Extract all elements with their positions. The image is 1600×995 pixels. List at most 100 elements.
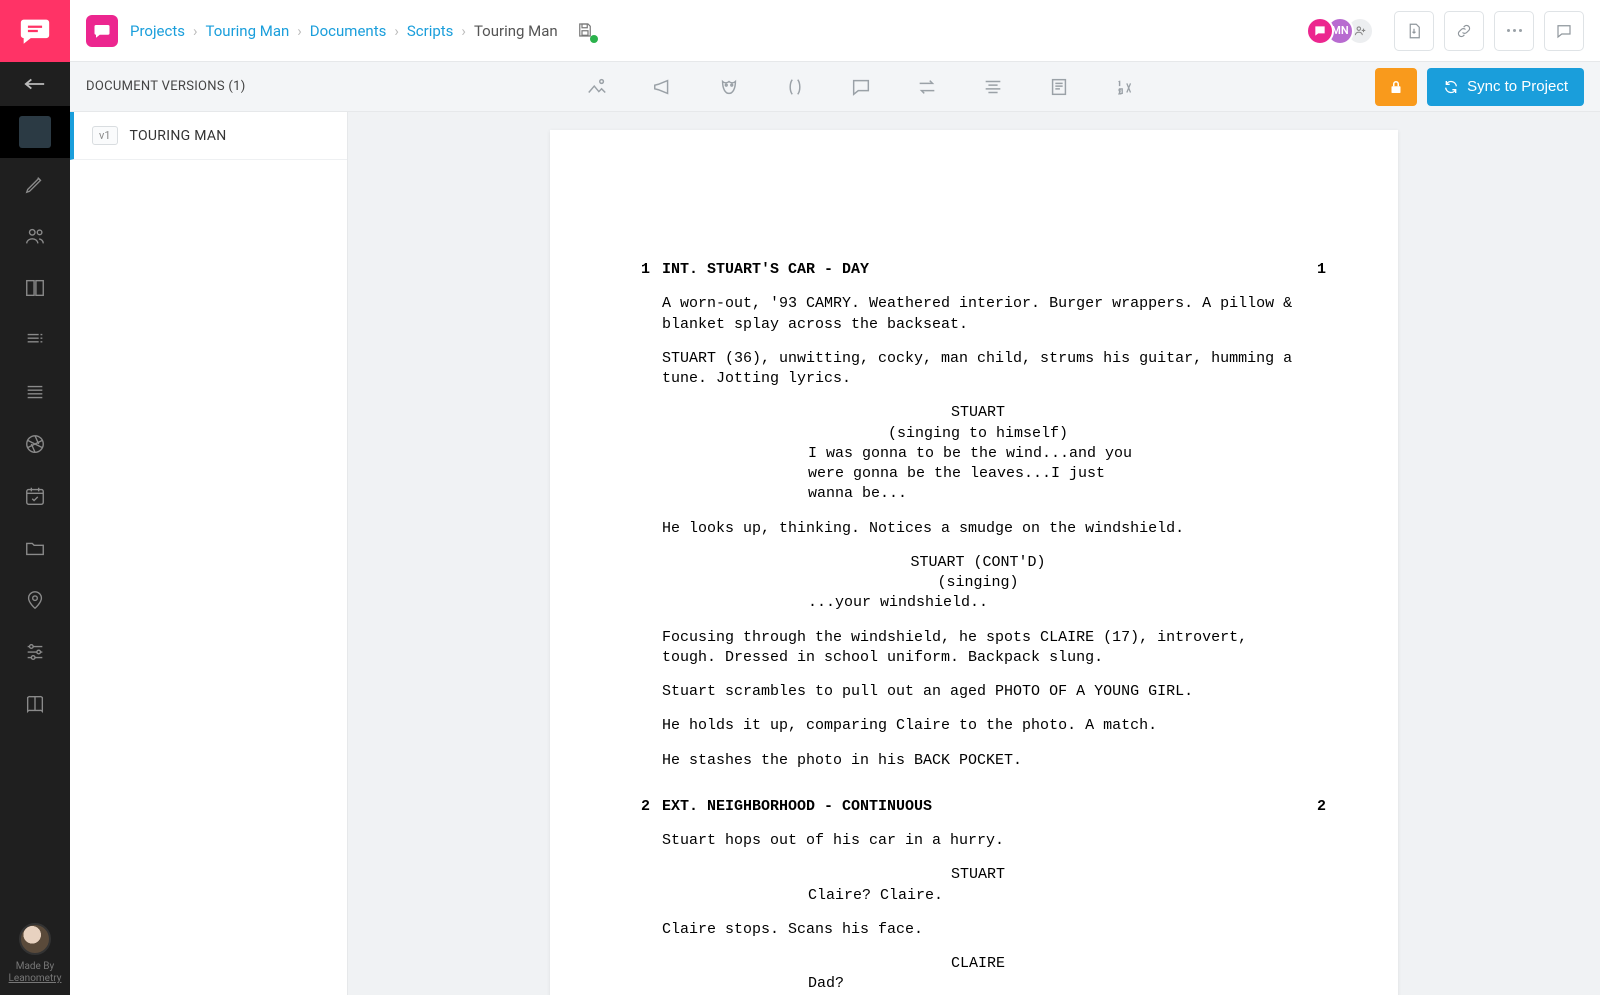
more-button[interactable] — [1494, 11, 1534, 51]
chevron-right-icon: › — [461, 22, 466, 40]
character-cue[interactable]: CLAIRE — [808, 954, 1148, 974]
character-cue[interactable]: STUART — [808, 865, 1148, 885]
character-cue[interactable]: STUART — [808, 403, 1148, 423]
sync-button[interactable]: Sync to Project — [1427, 68, 1584, 106]
left-nav-rail: Made By Leanometry — [0, 0, 70, 995]
breadcrumbs: Projects › Touring Man › Documents › Scr… — [130, 22, 558, 40]
speech-bubble-icon — [18, 14, 52, 48]
tool-numbers[interactable]: 12 — [1112, 74, 1138, 100]
rail-book[interactable] — [0, 678, 70, 730]
tool-mask[interactable] — [716, 74, 742, 100]
book-icon — [24, 693, 46, 715]
note-icon — [1048, 76, 1070, 98]
script-editor[interactable]: 1 INT. STUART'S CAR - DAY A worn-out, '93 … — [348, 112, 1600, 995]
rail-folder[interactable] — [0, 522, 70, 574]
tool-announce[interactable] — [650, 74, 676, 100]
megaphone-icon — [652, 76, 674, 98]
presence-comment-icon[interactable] — [1306, 17, 1334, 45]
lock-button[interactable] — [1375, 68, 1417, 106]
pencil-icon — [24, 173, 46, 195]
export-pdf-button[interactable] — [1394, 11, 1434, 51]
boards-icon — [24, 277, 46, 299]
scene-number-left: 2 — [622, 797, 650, 995]
refresh-icon — [1443, 79, 1459, 95]
people-icon — [24, 225, 46, 247]
dialog-text[interactable]: Claire? Claire. — [808, 886, 1148, 906]
aperture-icon — [24, 433, 46, 455]
lock-icon — [1387, 78, 1405, 96]
dialog-text[interactable]: Dad? — [808, 974, 1148, 994]
saved-indicator-icon — [590, 35, 598, 43]
speech-bubble-icon — [93, 22, 111, 40]
project-home-button[interactable] — [86, 15, 118, 47]
rail-list[interactable] — [0, 366, 70, 418]
crumb-project[interactable]: Touring Man — [206, 22, 290, 40]
character-cue[interactable]: STUART (CONT'D) — [808, 553, 1148, 573]
chat-icon — [1555, 22, 1573, 40]
versions-panel: v1 TOURING MAN — [70, 112, 348, 995]
image-icon — [586, 76, 608, 98]
scene-number-left: 1 — [622, 260, 650, 771]
rail-strips[interactable] — [0, 314, 70, 366]
rail-settings[interactable] — [0, 626, 70, 678]
version-badge: v1 — [92, 126, 118, 145]
parenthetical[interactable]: (singing to himself) — [808, 424, 1148, 444]
action-text[interactable]: He looks up, thinking. Notices a smudge … — [662, 519, 1294, 539]
swap-icon — [916, 76, 938, 98]
crumb-documents[interactable]: Documents — [310, 22, 387, 40]
app-logo[interactable] — [0, 0, 70, 62]
chevron-right-icon: › — [297, 22, 302, 40]
action-text[interactable]: A worn-out, '93 CAMRY. Weathered interio… — [662, 294, 1294, 335]
link-button[interactable] — [1444, 11, 1484, 51]
script-page: 1 INT. STUART'S CAR - DAY A worn-out, '93 … — [550, 130, 1398, 995]
sliders-icon — [24, 641, 46, 663]
rail-people[interactable] — [0, 210, 70, 262]
comments-button[interactable] — [1544, 11, 1584, 51]
presence-stack: MN — [1306, 17, 1374, 45]
action-text[interactable]: He holds it up, comparing Claire to the … — [662, 716, 1294, 736]
user-avatar[interactable] — [19, 923, 51, 955]
crumb-current: Touring Man — [474, 22, 558, 40]
crumb-projects[interactable]: Projects — [130, 22, 185, 40]
action-text[interactable]: Stuart scrambles to pull out an aged PHO… — [662, 682, 1294, 702]
rail-project-thumb[interactable] — [0, 106, 70, 158]
align-center-icon — [982, 76, 1004, 98]
tool-comment[interactable] — [848, 74, 874, 100]
rail-location[interactable] — [0, 574, 70, 626]
scene-numbers-icon: 12 — [1114, 76, 1136, 98]
rail-edit[interactable] — [0, 158, 70, 210]
dialog-text[interactable]: ...your windshield.. — [808, 593, 1148, 613]
user-plus-icon — [1353, 24, 1367, 38]
made-by-credit: Made By Leanometry — [9, 961, 62, 985]
scene-heading[interactable]: EXT. NEIGHBORHOOD - CONTINUOUS — [662, 798, 932, 815]
speech-icon — [850, 76, 872, 98]
action-text[interactable]: Claire stops. Scans his face. — [662, 920, 1294, 940]
crumb-scripts[interactable]: Scripts — [407, 22, 454, 40]
versions-header: DOCUMENT VERSIONS (1) — [86, 79, 346, 94]
editor-toolbar: DOCUMENT VERSIONS (1) 12 Sync to Project — [70, 62, 1600, 112]
tool-note[interactable] — [1046, 74, 1072, 100]
action-text[interactable]: Stuart hops out of his car in a hurry. — [662, 831, 1294, 851]
rail-aperture[interactable] — [0, 418, 70, 470]
scene-heading[interactable]: INT. STUART'S CAR - DAY — [662, 261, 869, 278]
version-item[interactable]: v1 TOURING MAN — [70, 112, 347, 160]
svg-text:2: 2 — [1117, 87, 1121, 96]
list-icon — [24, 381, 46, 403]
strips-icon — [24, 329, 46, 351]
tool-transition[interactable] — [914, 74, 940, 100]
calendar-check-icon — [24, 485, 46, 507]
tool-align[interactable] — [980, 74, 1006, 100]
parenthetical[interactable]: (singing) — [808, 573, 1148, 593]
tool-parenthetical[interactable] — [782, 74, 808, 100]
file-download-icon — [1405, 22, 1423, 40]
rail-calendar[interactable] — [0, 470, 70, 522]
tool-image[interactable] — [584, 74, 610, 100]
chevron-right-icon: › — [394, 22, 399, 40]
dialog-text[interactable]: I was gonna to be the wind...and you wer… — [808, 444, 1148, 505]
action-text[interactable]: Focusing through the windshield, he spot… — [662, 628, 1294, 669]
save-status[interactable] — [576, 21, 596, 41]
action-text[interactable]: He stashes the photo in his BACK POCKET. — [662, 751, 1294, 771]
rail-boards[interactable] — [0, 262, 70, 314]
back-button[interactable] — [0, 62, 70, 106]
action-text[interactable]: STUART (36), unwitting, cocky, man child… — [662, 349, 1294, 390]
